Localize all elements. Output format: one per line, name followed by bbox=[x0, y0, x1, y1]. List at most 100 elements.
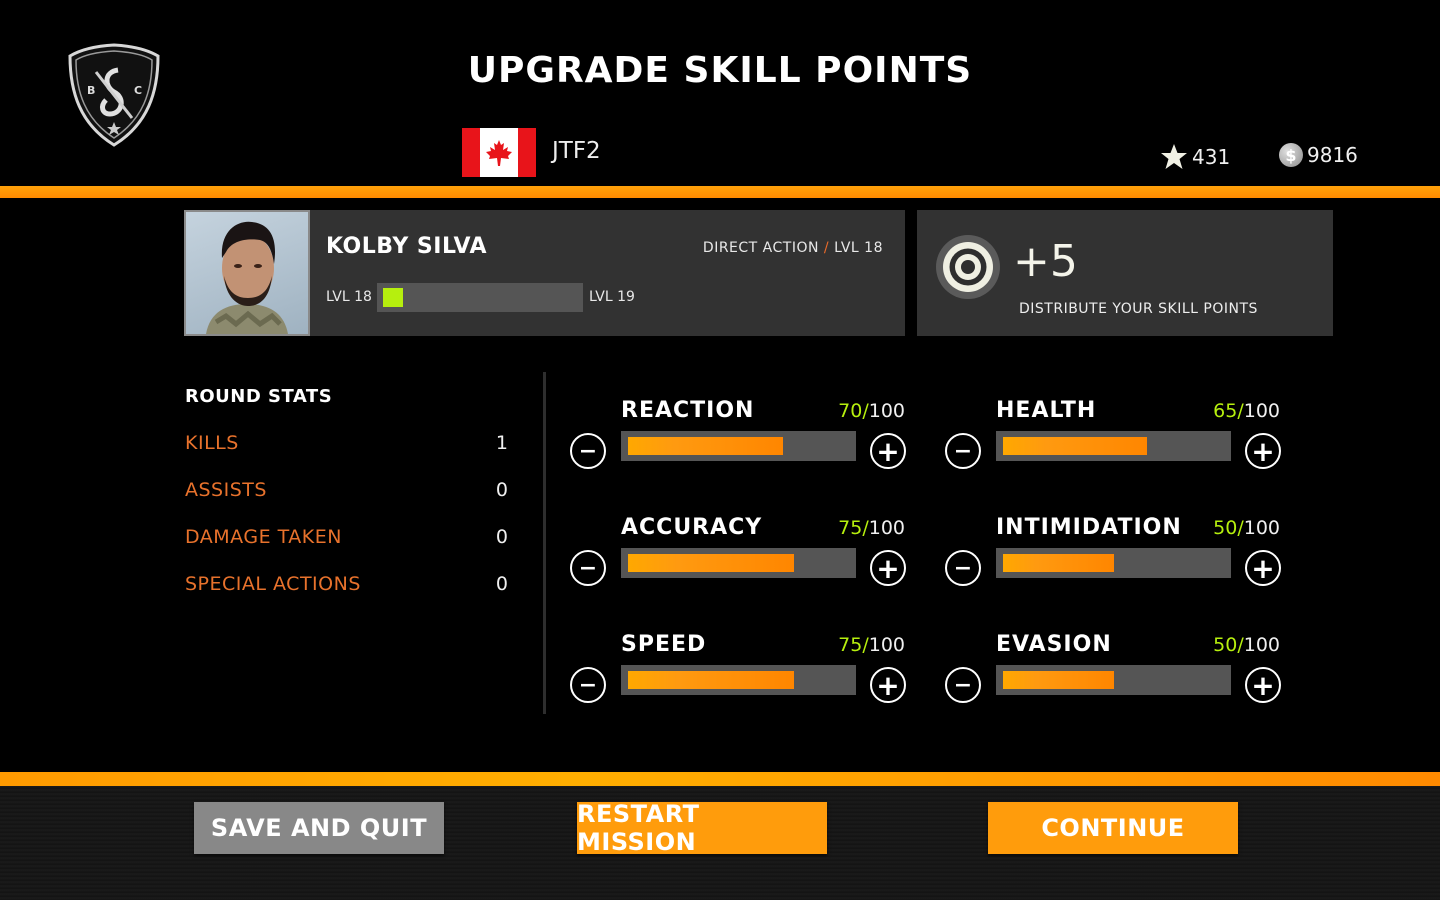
character-panel: KOLBY SILVA DIRECT ACTION / LVL 18 LVL 1… bbox=[184, 210, 905, 336]
skill-bar-fill bbox=[628, 554, 794, 572]
skill-bar-fill bbox=[628, 437, 783, 455]
skill-max: 100 bbox=[868, 634, 905, 656]
section-divider bbox=[543, 372, 546, 714]
skill-points-panel: +5 DISTRIBUTE YOUR SKILL POINTS bbox=[917, 210, 1333, 336]
stat-row-special-actions: SPECIAL ACTIONS 0 bbox=[185, 573, 508, 595]
skill-bar bbox=[996, 431, 1231, 461]
skill-bar bbox=[996, 548, 1231, 578]
decrease-evasion-button[interactable]: − bbox=[945, 667, 981, 703]
skill-bar bbox=[621, 431, 856, 461]
stat-row-kills: KILLS 1 bbox=[185, 432, 508, 454]
skill-current: 65 bbox=[1213, 400, 1238, 422]
increase-intimidation-button[interactable]: + bbox=[1245, 550, 1281, 586]
xp-level-from: LVL 18 bbox=[326, 289, 372, 305]
skill-current: 50 bbox=[1213, 517, 1238, 539]
soldier-portrait-icon bbox=[206, 221, 288, 334]
skill-name: SPEED bbox=[621, 632, 707, 657]
stat-value: 1 bbox=[495, 432, 508, 454]
stat-value: 0 bbox=[495, 479, 508, 501]
skill-speed: SPEED 75/100 − + bbox=[570, 632, 910, 712]
top-divider-bar bbox=[0, 186, 1440, 198]
page-title: UPGRADE SKILL POINTS bbox=[467, 50, 973, 91]
skill-max: 100 bbox=[868, 400, 905, 422]
character-name: KOLBY SILVA bbox=[326, 234, 488, 259]
skill-bar-fill bbox=[1003, 671, 1114, 689]
stat-row-assists: ASSISTS 0 bbox=[185, 479, 508, 501]
skill-name: HEALTH bbox=[996, 398, 1097, 423]
skill-health: HEALTH 65/100 − + bbox=[945, 398, 1285, 478]
skill-score: 75/100 bbox=[838, 517, 905, 539]
coin-icon: $ bbox=[1279, 143, 1303, 167]
character-class: DIRECT ACTION / LVL 18 bbox=[703, 240, 883, 256]
restart-mission-button[interactable]: RESTART MISSION bbox=[577, 800, 827, 856]
skill-max: 100 bbox=[1243, 400, 1280, 422]
skill-score: 50/100 bbox=[1213, 634, 1280, 656]
increase-evasion-button[interactable]: + bbox=[1245, 667, 1281, 703]
skill-name: ACCURACY bbox=[621, 515, 763, 540]
decrease-accuracy-button[interactable]: − bbox=[570, 550, 606, 586]
round-stats-title: ROUND STATS bbox=[185, 386, 333, 407]
canada-flag-icon bbox=[462, 128, 536, 177]
increase-reaction-button[interactable]: + bbox=[870, 433, 906, 469]
class-name: DIRECT ACTION bbox=[702, 240, 819, 256]
target-icon bbox=[936, 235, 1000, 299]
skill-name: REACTION bbox=[621, 398, 755, 423]
bottom-divider-bar bbox=[0, 772, 1440, 786]
skill-current: 70 bbox=[838, 400, 863, 422]
decrease-reaction-button[interactable]: − bbox=[570, 433, 606, 469]
money-counter: $ 9816 bbox=[1279, 143, 1358, 167]
maple-leaf-icon bbox=[486, 139, 512, 166]
skill-name: EVASION bbox=[996, 632, 1112, 657]
skill-bar-fill bbox=[628, 671, 794, 689]
character-portrait bbox=[184, 210, 310, 336]
unit-name: JTF2 bbox=[552, 138, 601, 164]
character-level: LVL 18 bbox=[834, 240, 883, 256]
skill-bar bbox=[621, 548, 856, 578]
stat-label: KILLS bbox=[185, 432, 239, 454]
skill-points-hint: DISTRIBUTE YOUR SKILL POINTS bbox=[1019, 301, 1258, 317]
increase-speed-button[interactable]: + bbox=[870, 667, 906, 703]
skill-intimidation: INTIMIDATION 50/100 − + bbox=[945, 515, 1285, 595]
skill-max: 100 bbox=[1243, 517, 1280, 539]
skill-current: 75 bbox=[838, 517, 863, 539]
stars-value: 431 bbox=[1192, 145, 1231, 169]
skill-bar-fill bbox=[1003, 437, 1147, 455]
xp-progress-bar bbox=[377, 283, 583, 312]
footer-bar: SAVE AND QUIT RESTART MISSION CONTINUE bbox=[0, 786, 1440, 900]
decrease-health-button[interactable]: − bbox=[945, 433, 981, 469]
stat-label: SPECIAL ACTIONS bbox=[185, 573, 361, 595]
stat-row-damage-taken: DAMAGE TAKEN 0 bbox=[185, 526, 508, 548]
skill-bar bbox=[996, 665, 1231, 695]
increase-health-button[interactable]: + bbox=[1245, 433, 1281, 469]
skill-reaction: REACTION 70/100 − + bbox=[570, 398, 910, 478]
money-value: 9816 bbox=[1307, 143, 1358, 167]
skill-max: 100 bbox=[868, 517, 905, 539]
class-separator: / bbox=[823, 240, 830, 256]
skill-evasion: EVASION 50/100 − + bbox=[945, 632, 1285, 712]
skill-score: 50/100 bbox=[1213, 517, 1280, 539]
skill-max: 100 bbox=[1243, 634, 1280, 656]
stat-value: 0 bbox=[495, 526, 508, 548]
stat-label: DAMAGE TAKEN bbox=[185, 526, 342, 548]
skill-current: 75 bbox=[838, 634, 863, 656]
star-icon bbox=[1161, 144, 1187, 169]
stat-label: ASSISTS bbox=[185, 479, 267, 501]
xp-level-to: LVL 19 bbox=[589, 289, 635, 305]
xp-progress-fill bbox=[383, 288, 403, 307]
skill-score: 65/100 bbox=[1213, 400, 1280, 422]
stars-counter: 431 bbox=[1160, 143, 1230, 171]
skill-score: 75/100 bbox=[838, 634, 905, 656]
skill-name: INTIMIDATION bbox=[996, 515, 1182, 540]
save-and-quit-button[interactable]: SAVE AND QUIT bbox=[194, 802, 444, 854]
skill-current: 50 bbox=[1213, 634, 1238, 656]
continue-button[interactable]: CONTINUE bbox=[988, 802, 1238, 854]
skill-score: 70/100 bbox=[838, 400, 905, 422]
skill-accuracy: ACCURACY 75/100 − + bbox=[570, 515, 910, 595]
increase-accuracy-button[interactable]: + bbox=[870, 550, 906, 586]
decrease-speed-button[interactable]: − bbox=[570, 667, 606, 703]
stat-value: 0 bbox=[495, 573, 508, 595]
available-skill-points: +5 bbox=[1013, 236, 1078, 287]
skill-bar bbox=[621, 665, 856, 695]
skill-bar-fill bbox=[1003, 554, 1114, 572]
decrease-intimidation-button[interactable]: − bbox=[945, 550, 981, 586]
